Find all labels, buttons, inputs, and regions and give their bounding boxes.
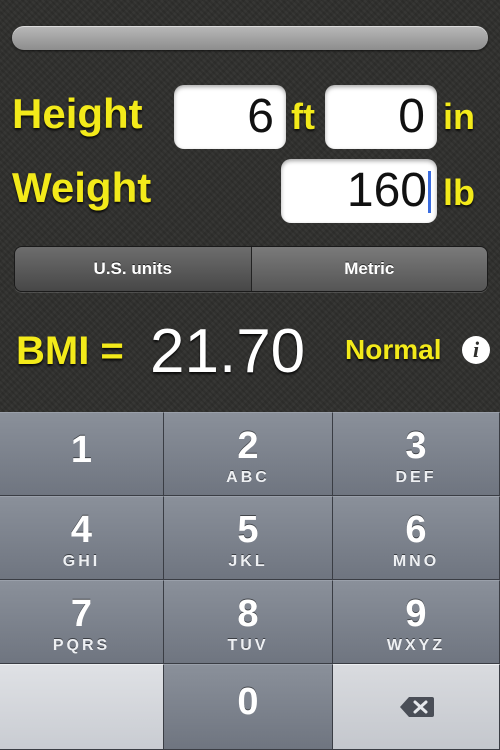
key-letters: PQRS bbox=[52, 637, 111, 654]
key-blank bbox=[0, 664, 164, 750]
key-letters: MNO bbox=[392, 553, 440, 570]
key-9[interactable]: 9 WXYZ bbox=[333, 580, 500, 664]
key-letters: WXYZ bbox=[386, 637, 446, 654]
top-bar bbox=[12, 26, 488, 50]
key-number: 1 bbox=[70, 429, 93, 471]
delete-key[interactable] bbox=[333, 664, 500, 750]
key-5[interactable]: 5 JKL bbox=[164, 496, 333, 580]
key-number: 5 bbox=[237, 509, 259, 551]
bmi-value: 21.70 bbox=[150, 317, 306, 386]
feet-unit-label: ft bbox=[291, 96, 315, 137]
key-number: 4 bbox=[70, 509, 93, 551]
key-letters: JKL bbox=[228, 553, 268, 570]
height-label: Height bbox=[12, 90, 143, 137]
key-1[interactable]: 1 bbox=[0, 412, 164, 496]
key-letters: TUV bbox=[227, 637, 269, 654]
key-number: 8 bbox=[237, 593, 259, 635]
key-2[interactable]: 2 ABC bbox=[164, 412, 333, 496]
key-number: 0 bbox=[237, 681, 259, 723]
key-number: 2 bbox=[237, 425, 259, 467]
key-4[interactable]: 4 GHI bbox=[0, 496, 164, 580]
key-letters: GHI bbox=[62, 553, 101, 570]
key-8[interactable]: 8 TUV bbox=[164, 580, 333, 664]
key-0[interactable]: 0 bbox=[164, 664, 333, 750]
weight-field[interactable]: 160 bbox=[281, 159, 437, 223]
metric-segment[interactable]: Metric bbox=[251, 247, 487, 291]
height-inches-field[interactable]: 0 bbox=[325, 85, 437, 149]
bmi-label: BMI = bbox=[16, 329, 124, 373]
us-units-segment[interactable]: U.S. units bbox=[15, 247, 252, 291]
text-cursor bbox=[428, 171, 431, 213]
key-letters: DEF bbox=[395, 469, 437, 486]
info-icon[interactable]: i bbox=[462, 336, 490, 364]
bmi-category: Normal bbox=[345, 334, 442, 365]
pounds-unit-label: lb bbox=[443, 172, 475, 213]
weight-value: 160 bbox=[346, 164, 427, 217]
units-segmented-control: U.S. units Metric bbox=[14, 246, 488, 292]
key-number: 9 bbox=[405, 593, 427, 635]
key-number: 6 bbox=[405, 509, 427, 551]
key-number: 7 bbox=[70, 593, 93, 635]
bmi-calculator-app: Height 6 ft 0 in Weight 160 lb U.S. unit… bbox=[0, 0, 500, 412]
key-letters: ABC bbox=[226, 469, 270, 486]
key-3[interactable]: 3 DEF bbox=[333, 412, 500, 496]
height-feet-field[interactable]: 6 bbox=[174, 85, 286, 149]
numeric-keypad: 1 2 ABC 3 DEF 4 GHI 5 JKL 6 MNO 7 PQRS 8… bbox=[0, 412, 500, 750]
weight-label: Weight bbox=[12, 164, 152, 211]
inches-unit-label: in bbox=[443, 96, 475, 137]
key-6[interactable]: 6 MNO bbox=[333, 496, 500, 580]
key-7[interactable]: 7 PQRS bbox=[0, 580, 164, 664]
key-number: 3 bbox=[405, 425, 427, 467]
backspace-icon bbox=[400, 697, 434, 717]
